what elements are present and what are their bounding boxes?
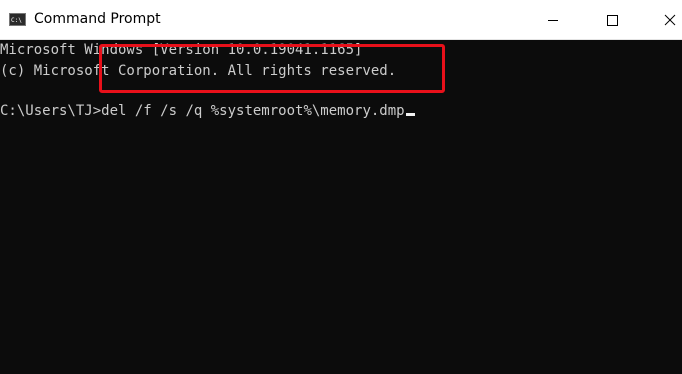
maximize-button[interactable] (589, 0, 635, 39)
console-output[interactable]: Microsoft Windows [Version 10.0.19041.11… (0, 40, 682, 374)
minimize-icon (548, 20, 558, 21)
console-line-copyright: (c) Microsoft Corporation. All rights re… (0, 63, 397, 79)
text-cursor (405, 113, 415, 116)
title-bar[interactable]: C:\ Command Prompt (0, 0, 682, 40)
console-line-version: Microsoft Windows [Version 10.0.19041.11… (0, 42, 363, 58)
command-prompt-window: C:\ Command Prompt Microsoft Windows [Ve… (0, 0, 682, 374)
prompt-text: C:\Users\TJ> (0, 103, 102, 119)
command-line[interactable]: C:\Users\TJ>del /f /s /q %systemroot%\me… (0, 101, 415, 121)
minimize-button[interactable] (530, 0, 576, 39)
maximize-icon (607, 15, 618, 26)
command-text[interactable]: del /f /s /q %systemroot%\memory.dmp (101, 103, 404, 119)
cmd-icon[interactable]: C:\ (9, 13, 26, 26)
window-title: Command Prompt (34, 11, 161, 27)
close-button[interactable] (648, 0, 682, 39)
close-icon (664, 14, 676, 26)
svg-text:C:\: C:\ (11, 17, 22, 24)
